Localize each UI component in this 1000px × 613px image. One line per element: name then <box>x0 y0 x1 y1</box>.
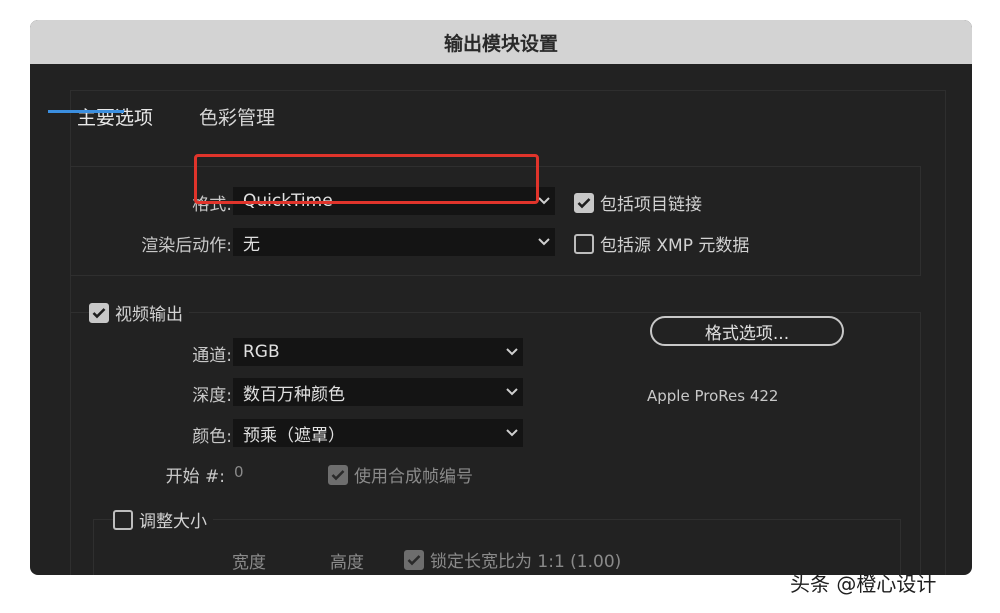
depth-label: 深度: <box>192 386 232 406</box>
color-label: 颜色: <box>192 427 232 447</box>
lock-aspect-ratio-checkbox[interactable]: 锁定长宽比为 1:1 (1.00) <box>404 547 621 572</box>
codec-info: Apple ProRes 422 <box>647 387 779 405</box>
format-options-button[interactable]: 格式选项... <box>650 316 844 346</box>
channels-value: RGB <box>243 342 280 362</box>
use-comp-frame-number-label: 使用合成帧编号 <box>354 467 473 487</box>
chevron-down-icon <box>501 419 523 447</box>
use-comp-frame-number-checkbox[interactable]: 使用合成帧编号 <box>328 462 473 487</box>
include-xmp-metadata-checkbox[interactable]: 包括源 XMP 元数据 <box>574 231 749 256</box>
include-project-link-label: 包括项目链接 <box>600 195 702 215</box>
resize-label: 调整大小 <box>139 512 207 532</box>
include-xmp-metadata-label: 包括源 XMP 元数据 <box>600 236 750 256</box>
checkbox-checked-icon <box>574 192 594 213</box>
lock-aspect-ratio-label: 锁定长宽比为 1:1 (1.00) <box>430 552 622 572</box>
color-value: 预乘（遮罩） <box>243 425 345 446</box>
chevron-down-icon <box>533 228 555 256</box>
start-frame-value: 0 <box>234 463 244 481</box>
post-render-action-value: 无 <box>243 234 260 255</box>
tab-main-options[interactable]: 主要选项 <box>77 103 153 130</box>
resize-width-label: 宽度 <box>232 553 266 573</box>
channels-label: 通道: <box>192 346 232 366</box>
video-output-checkbox[interactable]: 视频输出 <box>89 300 189 325</box>
resize-height-label: 高度 <box>330 553 364 573</box>
chevron-down-icon <box>501 338 523 366</box>
checkbox-checked-icon <box>328 464 348 485</box>
watermark: 头条 @橙心设计 <box>790 572 937 596</box>
include-project-link-checkbox[interactable]: 包括项目链接 <box>574 190 702 215</box>
post-render-action-dropdown[interactable]: 无 <box>233 228 555 256</box>
depth-value: 数百万种颜色 <box>243 384 345 405</box>
dialog-title: 输出模块设置 <box>30 20 972 64</box>
tab-color-management[interactable]: 色彩管理 <box>199 103 275 130</box>
channels-dropdown[interactable]: RGB <box>233 338 523 366</box>
active-tab-indicator <box>48 110 124 113</box>
resize-checkbox[interactable]: 调整大小 <box>113 507 213 532</box>
depth-dropdown[interactable]: 数百万种颜色 <box>233 378 523 406</box>
checkbox-checked-icon <box>404 549 424 570</box>
checkbox-unchecked-icon <box>574 233 594 254</box>
format-highlight-box <box>194 154 539 204</box>
color-dropdown[interactable]: 预乘（遮罩） <box>233 419 523 447</box>
start-frame-label: 开始 #: <box>165 467 225 487</box>
chevron-down-icon <box>501 378 523 406</box>
checkbox-checked-icon <box>89 302 109 323</box>
checkbox-unchecked-icon <box>113 509 133 530</box>
video-output-label: 视频输出 <box>115 305 183 325</box>
post-render-action-label: 渲染后动作: <box>141 236 232 256</box>
